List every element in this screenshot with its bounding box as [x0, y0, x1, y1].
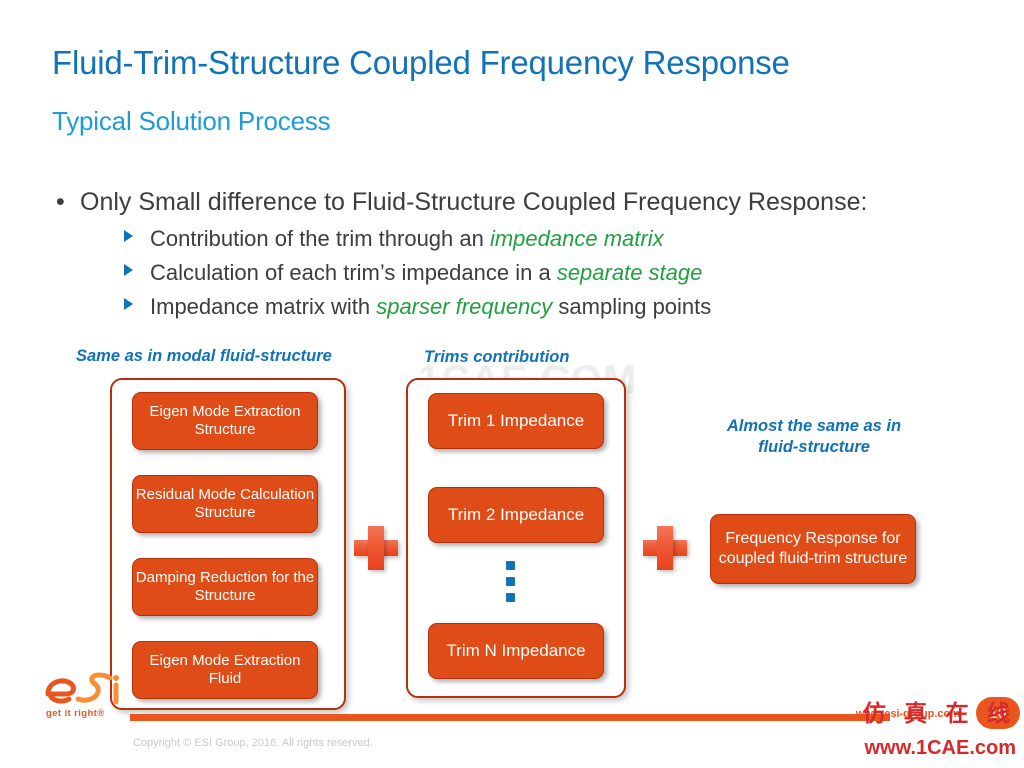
copyright-text: Copyright © ESI Group, 2016. All rights … — [133, 737, 373, 749]
dot — [506, 593, 515, 602]
plus-icon-bar-vertical — [368, 526, 384, 570]
diagram-box-label: Eigen Mode Extraction Structure — [149, 402, 301, 438]
esi-logo-mark — [45, 672, 119, 705]
sub-bullet-item: Contribution of the trim through an impe… — [124, 226, 988, 251]
sub-bullet-text-after: sampling points — [552, 294, 712, 320]
diagram-box-residual-mode-structure[interactable]: Residual Mode Calculation Structure — [132, 475, 318, 533]
diagram-box-label: Damping Reduction for the Structure — [135, 568, 315, 604]
diagram-box-eigen-mode-fluid[interactable]: Eigen Mode Extraction Fluid — [132, 641, 318, 699]
diagram-box-trim-1-impedance[interactable]: Trim 1 Impedance — [428, 393, 604, 449]
bullet-main-text: Only Small difference to Fluid-Structure… — [80, 188, 868, 216]
sub-bullet-item: Calculation of each trim’s impedance in … — [124, 260, 988, 285]
bullet-main: • Only Small difference to Fluid-Structu… — [48, 188, 988, 217]
vertical-ellipsis-icon — [506, 561, 515, 609]
diagram-box-damping-reduction[interactable]: Damping Reduction for the Structure — [132, 558, 318, 616]
arrow-right-icon — [124, 298, 133, 311]
page-title: Fluid-Trim-Structure Coupled Frequency R… — [52, 44, 790, 81]
plus-icon — [643, 526, 687, 570]
sub-bullet-emphasis: impedance matrix — [489, 225, 664, 251]
dot — [506, 561, 515, 570]
cn-watermark-url: www.1CAE.com — [864, 737, 1016, 759]
sub-bullet-text-before: Impedance matrix with — [150, 294, 377, 320]
plus-icon-bar-vertical — [657, 526, 673, 570]
sub-bullet-list: Contribution of the trim through an impe… — [48, 226, 988, 320]
annotation-middle: Trims contribution — [424, 348, 570, 366]
bullet-list: • Only Small difference to Fluid-Structu… — [48, 188, 988, 329]
esi-logo-tagline: get it right® — [46, 708, 105, 719]
sub-bullet-emphasis: sparser frequency — [376, 294, 553, 320]
annotation-right: Almost the same as in fluid-structure — [726, 417, 902, 456]
footer-rule — [130, 714, 872, 721]
diagram-box-label: Eigen Mode Extraction Fluid — [149, 651, 301, 687]
diagram-box-eigen-mode-structure[interactable]: Eigen Mode Extraction Structure — [132, 392, 318, 450]
diagram-box-frequency-response[interactable]: Frequency Response for coupled fluid-tri… — [710, 514, 916, 584]
arrow-right-icon — [124, 229, 133, 242]
cn-watermark-text: 仿 真 在 线 — [862, 700, 1016, 726]
bullet-dot-icon: • — [56, 188, 65, 216]
sub-bullet-emphasis: separate stage — [556, 260, 703, 286]
diagram-box-label: Trim 2 Impedance — [447, 504, 585, 524]
dot — [506, 577, 515, 586]
diagram-box-label: Trim 1 Impedance — [447, 410, 585, 430]
arrow-right-icon — [124, 264, 133, 277]
annotation-left: Same as in modal fluid-structure — [76, 347, 332, 365]
sub-bullet-text-before: Contribution of the trim through an — [150, 225, 490, 251]
diagram-box-trim-2-impedance[interactable]: Trim 2 Impedance — [428, 487, 604, 543]
page-subtitle: Typical Solution Process — [52, 106, 331, 136]
plus-icon — [354, 526, 398, 570]
sub-bullet-item: Impedance matrix with sparser frequency … — [124, 294, 988, 319]
diagram-box-label: Frequency Response for coupled fluid-tri… — [718, 530, 908, 567]
diagram-box-trim-n-impedance[interactable]: Trim N Impedance — [428, 623, 604, 679]
sub-bullet-text-before: Calculation of each trim’s impedance in … — [150, 260, 557, 286]
diagram-box-label: Trim N Impedance — [446, 640, 586, 660]
esi-logo: get it right® — [42, 672, 138, 726]
diagram-box-label: Residual Mode Calculation Structure — [135, 485, 315, 521]
